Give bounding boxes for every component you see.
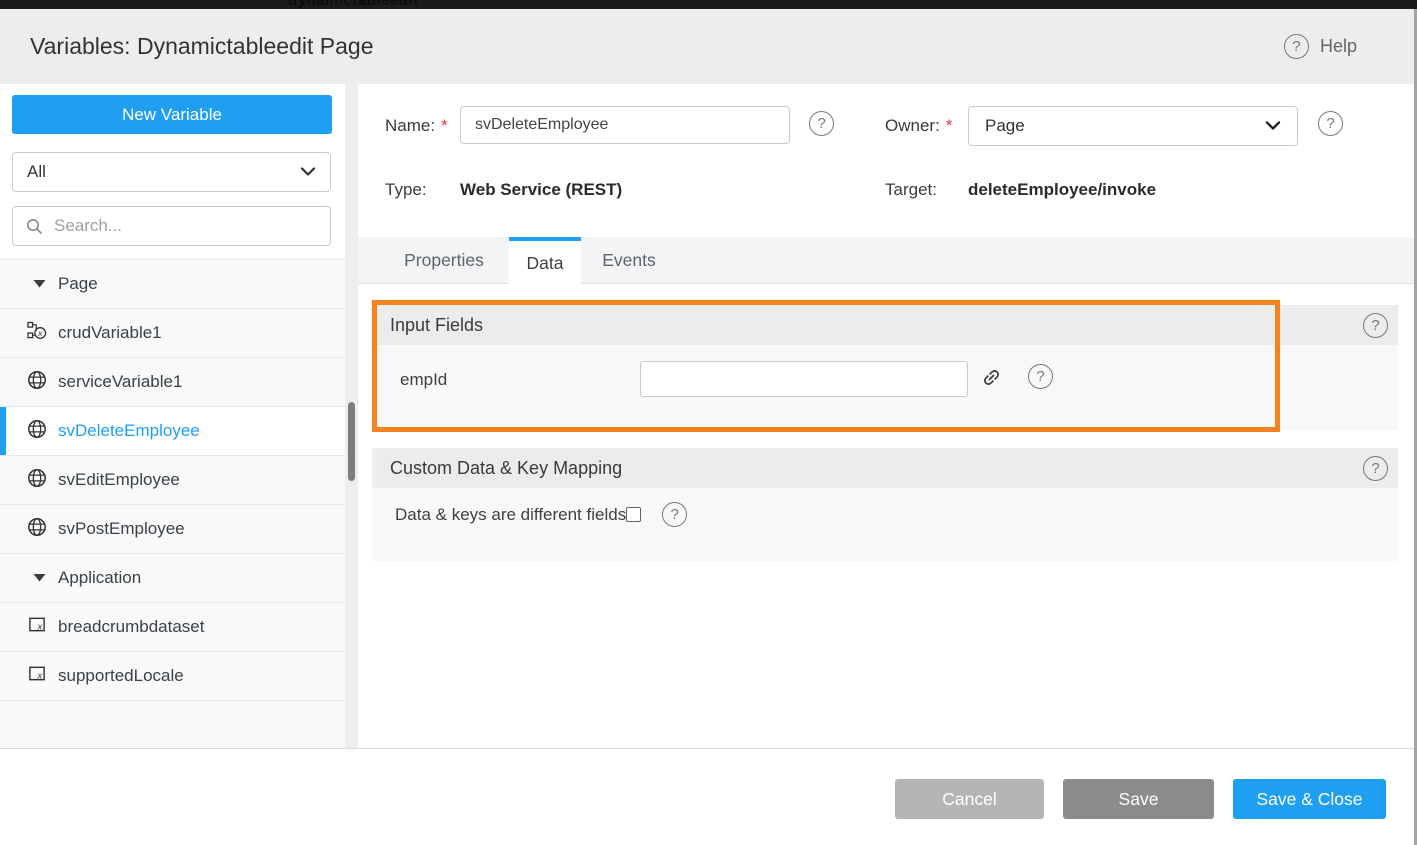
required-marker: * xyxy=(441,116,448,135)
input-fields-section: Input Fields empId xyxy=(372,305,1398,430)
empid-help-icon[interactable] xyxy=(1028,364,1053,389)
new-variable-button[interactable]: New Variable xyxy=(12,95,332,134)
name-help-icon[interactable] xyxy=(809,111,834,136)
custom-mapping-row: Data & keys are different fields xyxy=(395,502,687,527)
svg-text:x: x xyxy=(37,328,43,338)
input-fields-title: Input Fields xyxy=(390,315,1363,336)
custom-mapping-header: Custom Data & Key Mapping xyxy=(372,448,1398,488)
search-icon xyxy=(26,218,43,235)
owner-help-icon[interactable] xyxy=(1318,111,1343,136)
crud-variable-icon: x xyxy=(27,321,47,346)
header-help[interactable]: Help xyxy=(1284,9,1357,84)
sidebar-scrollbar[interactable] xyxy=(345,84,358,748)
sidebar-group-Page[interactable]: Page xyxy=(0,260,345,309)
variable-filter-select[interactable]: All xyxy=(12,152,331,192)
sidebar-item-breadcrumbdataset[interactable]: x breadcrumbdataset xyxy=(0,603,345,652)
input-fields-help-icon[interactable] xyxy=(1363,313,1388,338)
required-marker: * xyxy=(946,116,953,135)
type-value: Web Service (REST) xyxy=(460,180,622,200)
empid-input[interactable] xyxy=(640,361,968,397)
custom-mapping-title: Custom Data & Key Mapping xyxy=(390,458,1363,479)
web-service-icon xyxy=(27,468,47,493)
owner-label: Owner:* xyxy=(885,116,952,136)
caret-down-icon xyxy=(33,569,46,587)
custom-mapping-help-icon[interactable] xyxy=(1363,456,1388,481)
footer-divider xyxy=(0,748,1417,749)
variables-dialog: dynamictableedit Variables: Dynamictable… xyxy=(0,0,1417,845)
web-service-icon xyxy=(27,419,47,444)
variables-sidebar: New Variable All Page x crudVariable1 se… xyxy=(0,84,358,748)
dialog-title: Variables: Dynamictableedit Page xyxy=(30,9,373,84)
tab-bar: Properties Data Events xyxy=(358,237,1417,284)
variable-filter-value: All xyxy=(27,162,300,182)
input-field-label: empId xyxy=(400,370,447,390)
different-fields-label: Data & keys are different fields xyxy=(395,505,626,525)
search-input[interactable] xyxy=(52,215,317,237)
name-input[interactable] xyxy=(460,106,790,144)
background-page-strip: dynamictableedit xyxy=(0,0,1417,9)
different-fields-help-icon[interactable] xyxy=(662,502,687,527)
sidebar-item-serviceVariable1[interactable]: serviceVariable1 xyxy=(0,358,345,407)
tab-properties[interactable]: Properties xyxy=(390,237,498,284)
tab-data[interactable]: Data xyxy=(509,237,581,285)
dialog-header: Variables: Dynamictableedit Page Help xyxy=(0,9,1417,84)
web-service-icon xyxy=(27,517,47,542)
sidebar-item-supportedLocale[interactable]: x supportedLocale xyxy=(0,652,345,701)
web-service-icon xyxy=(27,370,47,395)
sidebar-item-svDeleteEmployee[interactable]: svDeleteEmployee xyxy=(0,407,345,456)
sidebar-list: Page x crudVariable1 serviceVariable1 sv… xyxy=(0,259,345,748)
caret-down-icon xyxy=(33,275,46,293)
background-page-text: dynamictableedit xyxy=(288,0,419,9)
owner-select[interactable]: Page xyxy=(968,106,1298,146)
chevron-down-icon xyxy=(1265,121,1281,131)
input-fields-header: Input Fields xyxy=(372,305,1398,345)
sidebar-group-Application[interactable]: Application xyxy=(0,554,345,603)
help-icon[interactable] xyxy=(1284,34,1309,59)
cancel-button[interactable]: Cancel xyxy=(895,779,1044,819)
sidebar-item-crudVariable1[interactable]: x crudVariable1 xyxy=(0,309,345,358)
model-variable-icon: x xyxy=(28,615,47,639)
tab-events[interactable]: Events xyxy=(581,237,677,284)
sidebar-item-svEditEmployee[interactable]: svEditEmployee xyxy=(0,456,345,505)
chevron-down-icon xyxy=(300,167,316,177)
help-label[interactable]: Help xyxy=(1320,36,1357,57)
custom-mapping-section: Custom Data & Key Mapping Data & keys ar… xyxy=(372,448,1398,561)
sidebar-scrollbar-thumb[interactable] xyxy=(348,402,355,481)
different-fields-checkbox[interactable] xyxy=(626,507,641,522)
save-button[interactable]: Save xyxy=(1063,779,1214,819)
model-variable-icon: x xyxy=(28,664,47,688)
owner-value: Page xyxy=(985,116,1265,136)
type-label: Type: xyxy=(385,180,427,200)
target-value: deleteEmployee/invoke xyxy=(968,180,1156,200)
variable-search xyxy=(12,206,331,246)
name-label: Name:* xyxy=(385,116,448,136)
save-and-close-button[interactable]: Save & Close xyxy=(1233,779,1386,819)
bind-link-icon[interactable] xyxy=(981,367,1002,388)
target-label: Target: xyxy=(885,180,937,200)
sidebar-item-svPostEmployee[interactable]: svPostEmployee xyxy=(0,505,345,554)
